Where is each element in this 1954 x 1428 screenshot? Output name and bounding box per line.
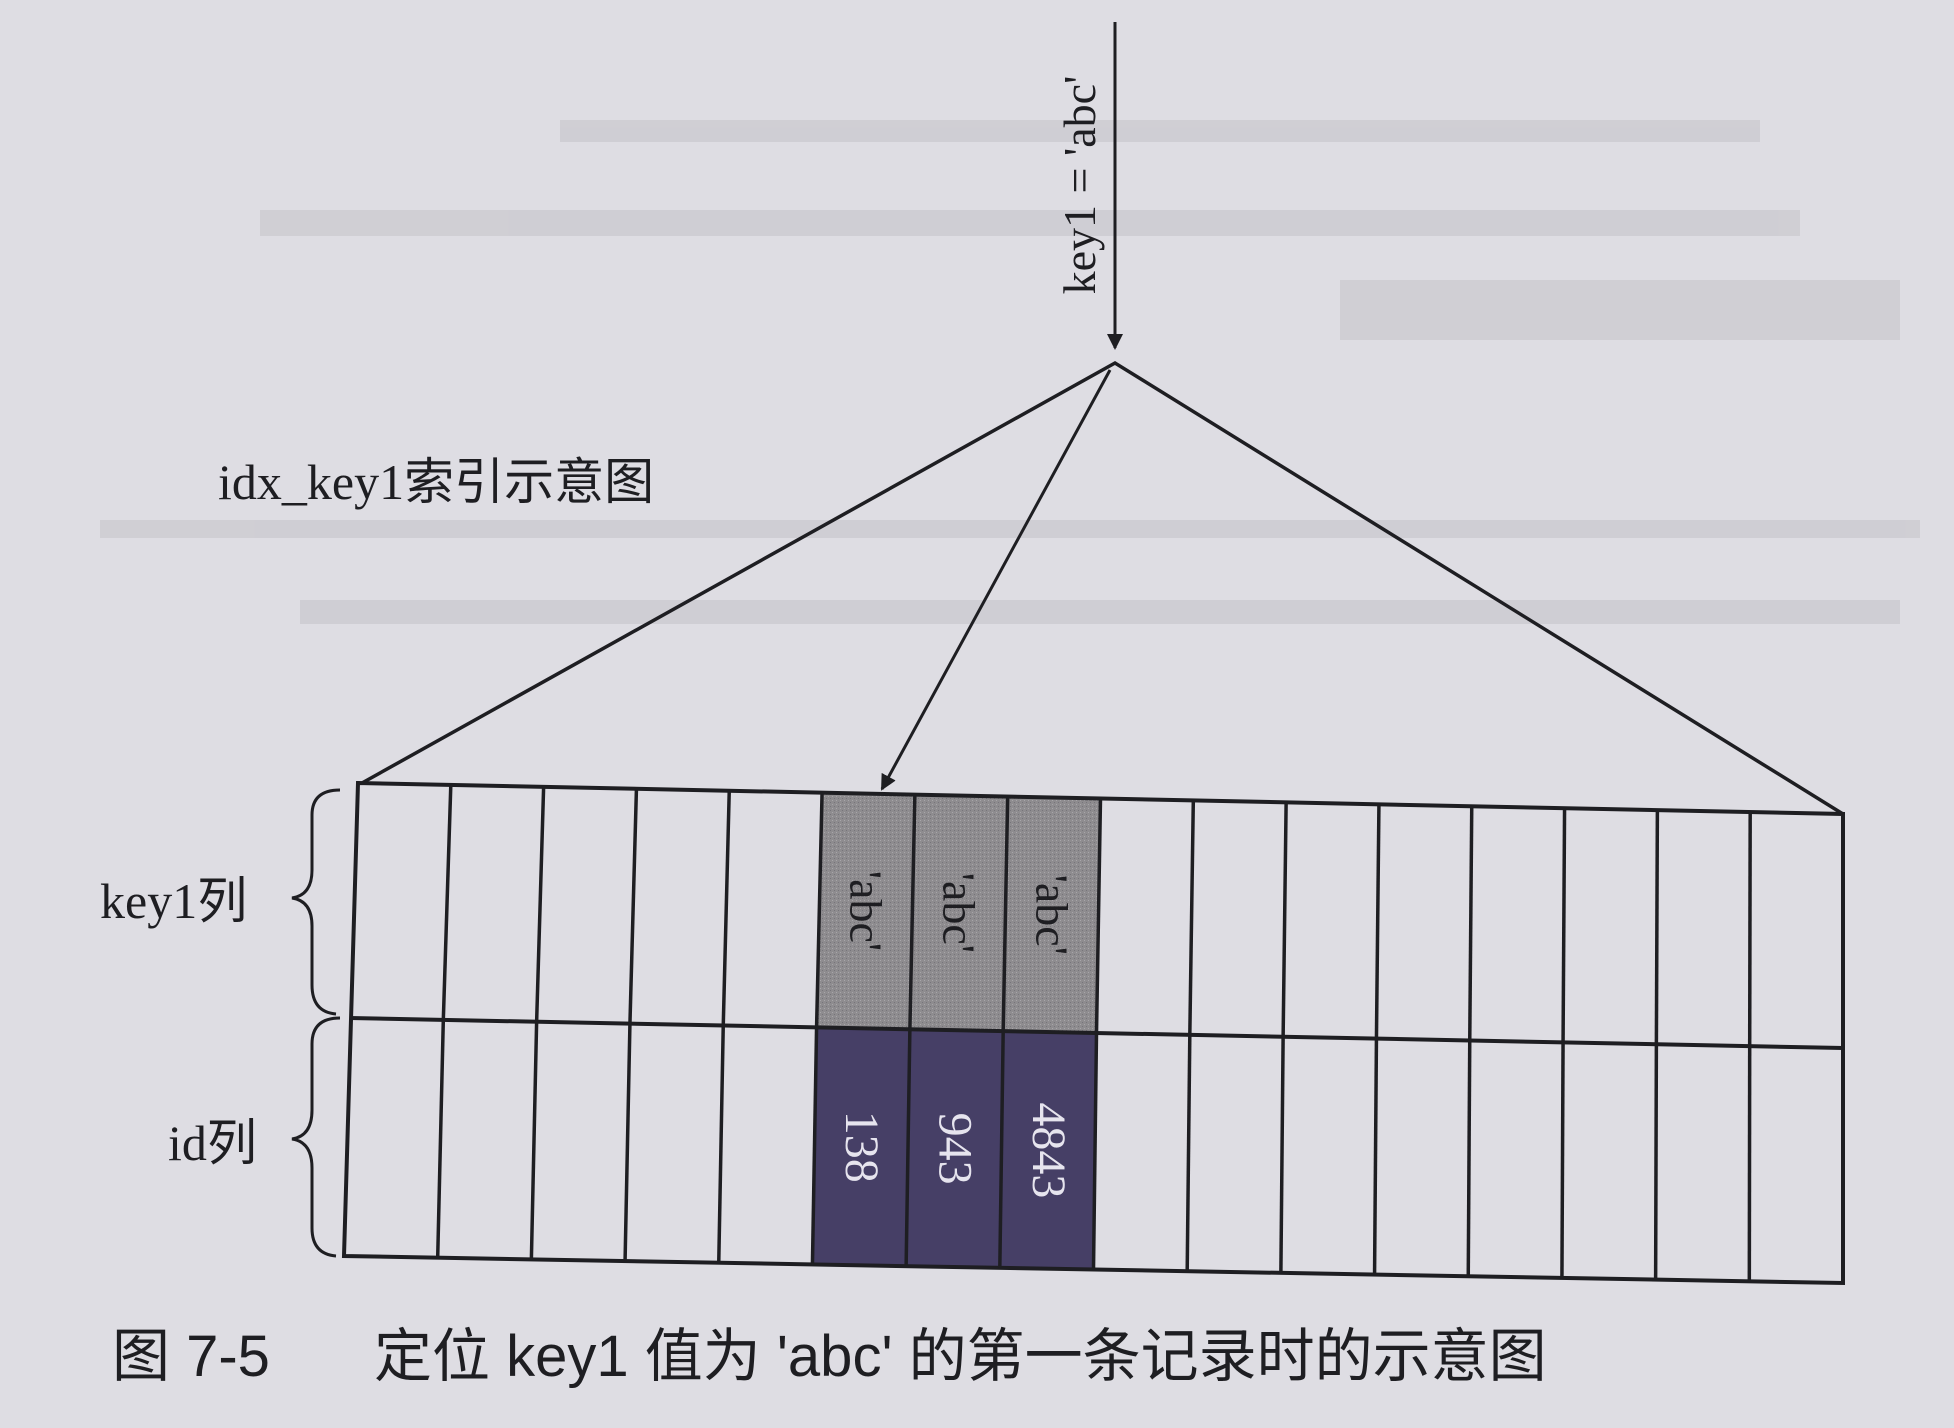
figure-number: 图 7-5 [112,1324,270,1389]
lookup-label: key1 = 'abc' [1054,76,1105,295]
column-divider [1560,1042,1565,1278]
column-divider [1372,1038,1379,1275]
key1-value: 'abc' [1026,875,1077,955]
id-value: 138 [835,1111,888,1183]
column-divider [1188,800,1196,1035]
show-through-background [100,120,1920,624]
column-divider [721,790,731,1026]
column-divider [1561,808,1567,1043]
id-value: 943 [928,1113,981,1185]
column-divider [1468,806,1474,1041]
column-divider [441,784,453,1020]
index-tree-triangle [361,360,1844,816]
index-diagram: key1 = 'abc' idx_key1索引示意图 'abc' 'abc' 'ab… [100,22,1920,1389]
column-divider [1747,812,1752,1047]
column-divider [1185,1034,1192,1272]
id-row-label: id列 [168,1115,257,1171]
key1-row-brace [291,788,341,1016]
column-divider [1466,1040,1472,1277]
column-divider [623,1023,632,1262]
key1-value: 'abc' [933,873,984,953]
column-divider [534,786,546,1022]
column-divider [628,788,639,1024]
column-divider [717,1025,725,1263]
index-title: idx_key1索引示意图 [218,454,654,510]
column-divider [529,1021,539,1260]
column-divider [1374,804,1381,1039]
figure-caption: 定位 key1 值为 'abc' 的第一条记录时的示意图 [374,1324,1547,1389]
column-divider [1654,810,1660,1045]
key1-value: 'abc' [840,871,891,951]
key1-row-label: key1列 [100,873,247,929]
id-value: 4843 [1022,1102,1075,1198]
column-divider [1279,1036,1285,1273]
column-divider [1653,1044,1659,1280]
locate-arrow [880,369,1112,791]
id-row-brace [291,1016,341,1258]
column-divider [435,1019,446,1258]
column-divider [1281,802,1288,1037]
